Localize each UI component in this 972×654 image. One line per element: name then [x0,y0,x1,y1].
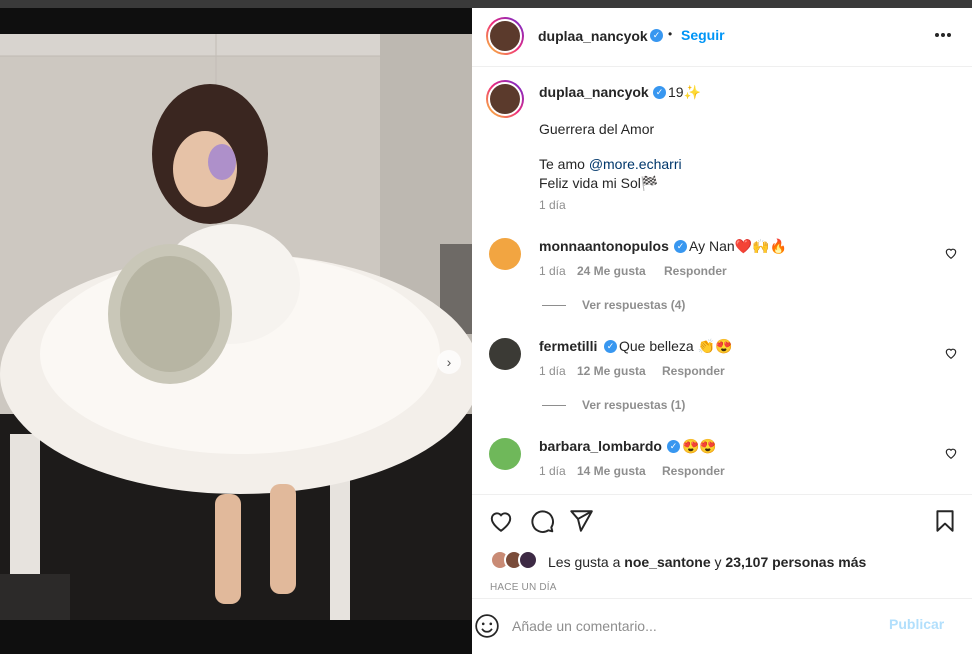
view-replies-button[interactable]: Ver respuestas (4) [542,298,685,312]
likes-count[interactable]: 23,107 personas más [725,554,866,570]
smiley-icon[interactable] [474,613,500,639]
comment-avatar[interactable] [489,238,521,270]
post-timestamp[interactable]: HACE UN DÍA [490,582,557,593]
verified-badge-icon: ✓ [604,340,617,353]
bookmark-icon[interactable] [932,508,958,534]
caption-username[interactable]: duplaa_nancyok [539,84,649,100]
verified-badge-icon: ✓ [674,240,687,253]
verified-badge-icon: ✓ [650,29,663,42]
liker-avatar [518,550,538,570]
actions-divider [472,494,972,495]
comment-username[interactable]: fermetilli [539,338,597,354]
reply-divider-line [542,305,566,307]
header-separator: • [668,27,673,41]
comment-time: 1 día [539,264,566,278]
comment-time: 1 día [539,364,566,378]
reply-button[interactable]: Responder [662,464,725,478]
carousel-next-button[interactable]: › [437,350,461,374]
comment-likes[interactable]: 24 Me gusta [577,264,646,278]
chevron-right-icon: › [446,354,452,370]
add-comment-form: Publicar [472,598,972,654]
browser-top-strip [0,0,972,8]
view-replies-button[interactable]: Ver respuestas (1) [542,398,685,412]
verified-badge-icon: ✓ [667,440,680,453]
post-side-panel: duplaa_nancyok ✓ • Seguir duplaa_nancyok… [472,8,972,654]
comment-username[interactable]: barbara_lombardo [539,438,662,454]
comment-avatar[interactable] [489,338,521,370]
heart-outline-icon[interactable] [944,346,958,360]
mention-link[interactable]: @more.echarri [589,156,682,172]
view-replies-label: Ver respuestas (4) [582,298,686,312]
caption-line-3: Te amo @more.echarri [539,156,682,172]
publish-button[interactable]: Publicar [889,616,944,632]
photo-illustration [0,34,472,620]
comment-bubble-icon[interactable] [529,508,555,534]
author-avatar[interactable] [486,17,524,55]
heart-outline-icon[interactable] [944,446,958,460]
share-paper-plane-icon[interactable] [568,508,594,534]
liker-username[interactable]: noe_santone [624,554,710,570]
follow-button[interactable]: Seguir [681,27,725,43]
heart-outline-icon[interactable] [944,246,958,260]
verified-badge-icon: ✓ [653,86,666,99]
comment-username[interactable]: monnaantonopulos [539,238,669,254]
reply-divider-line [542,405,566,407]
caption-time: 1 día [539,198,566,212]
more-horizontal-icon[interactable] [934,32,952,38]
likes-prefix: Les gusta a [548,554,625,570]
caption-first-line: 19✨ [668,84,702,100]
reply-button[interactable]: Responder [662,364,725,378]
post-header: duplaa_nancyok ✓ • Seguir [472,8,972,67]
like-heart-icon[interactable] [488,508,514,534]
post-photo[interactable]: › [0,34,472,620]
likes-summary: Les gusta a noe_santone y 23,107 persona… [548,554,866,570]
likers-avatars[interactable] [490,550,540,572]
reply-button[interactable]: Responder [664,264,727,278]
caption-line-2: Guerrera del Amor [539,121,655,137]
comment-text: 😍😍 [682,438,717,454]
caption-line-4: Feliz vida mi Sol🏁 [539,175,659,191]
caption-line-3-text: Te amo [539,156,589,172]
comment-likes[interactable]: 12 Me gusta [577,364,646,378]
author-username[interactable]: duplaa_nancyok [538,28,648,44]
comment-time: 1 día [539,464,566,478]
comment-likes[interactable]: 14 Me gusta [577,464,646,478]
comment-text: Que belleza 👏😍 [619,338,733,354]
likes-middle: y [710,554,726,570]
view-replies-label: Ver respuestas (1) [582,398,686,412]
instagram-post-view: › duplaa_nancyok ✓ • Seguir duplaa_nancy… [0,0,972,654]
comment-input[interactable] [512,613,872,639]
caption-avatar[interactable] [486,80,524,118]
comment-avatar[interactable] [489,438,521,470]
comment-text: Ay Nan❤️🙌🔥 [689,238,787,254]
